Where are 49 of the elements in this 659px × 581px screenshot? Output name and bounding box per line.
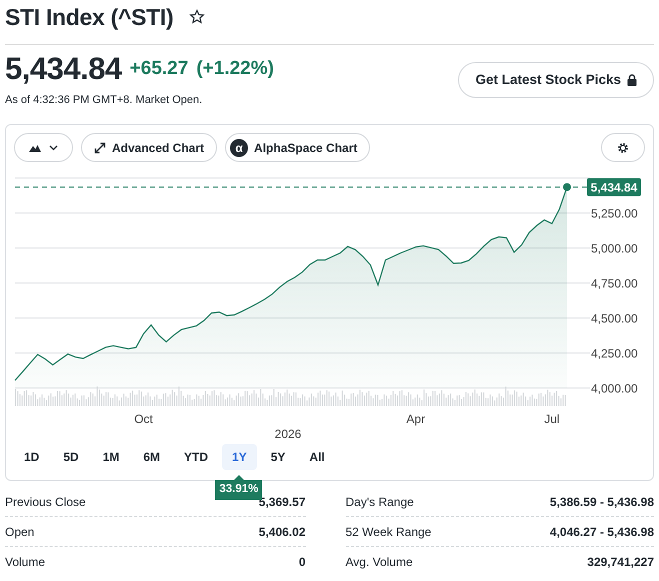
- range-tab[interactable]: 1Y: [222, 444, 257, 470]
- x-axis-caption: 2026: [274, 427, 302, 441]
- caret-icon: [49, 144, 58, 150]
- x-axis-label: Oct: [134, 412, 153, 426]
- stat-value: 5,406.02: [258, 524, 306, 540]
- price-change: +65.27: [130, 57, 188, 81]
- market-timestamp: As of 4:32:36 PM GMT+8. Market Open.: [5, 92, 204, 108]
- price-value: 5,434.84: [5, 52, 122, 84]
- expand-icon: [94, 142, 106, 154]
- y-axis-label: 4,000.00: [591, 382, 638, 396]
- stat-value: 4,046.27 - 5,436.98: [550, 524, 654, 540]
- last-price-tag: 5,434.84: [587, 178, 641, 196]
- range-tab[interactable]: 1D: [14, 444, 50, 470]
- range-tab[interactable]: 5D: [53, 444, 89, 470]
- range-tab[interactable]: All: [299, 444, 335, 470]
- x-axis-label: Apr: [406, 412, 426, 426]
- settings-button[interactable]: [601, 133, 645, 162]
- stat-value: 0: [298, 554, 306, 571]
- range-tab[interactable]: 1M: [92, 444, 130, 470]
- alpha-icon: α: [230, 138, 248, 156]
- stat-label: Volume: [5, 554, 46, 571]
- lock-icon: [627, 74, 637, 86]
- stat-label: Previous Close: [5, 494, 86, 510]
- stat-value: 329,741,227: [587, 554, 654, 571]
- range-tab[interactable]: YTD: [174, 444, 218, 470]
- y-axis-label: 4,250.00: [591, 346, 638, 360]
- page-title: STI Index (^STI): [5, 3, 174, 32]
- settings-icon: [617, 142, 629, 154]
- chart-type-button[interactable]: [14, 133, 73, 162]
- range-tab[interactable]: 6M: [133, 444, 170, 470]
- stat-label: Day's Range: [346, 494, 414, 510]
- stat-label: Avg. Volume: [346, 554, 413, 571]
- y-axis-label: 4,500.00: [591, 312, 638, 326]
- stat-label: 52 Week Range: [346, 524, 432, 540]
- advanced-chart-button[interactable]: Advanced Chart: [81, 133, 218, 162]
- price-change-percent: (+1.22%): [196, 57, 274, 81]
- x-axis-label: Jul: [544, 412, 560, 426]
- y-axis-label: 4,750.00: [591, 276, 638, 290]
- range-tab[interactable]: 5Y: [260, 444, 296, 470]
- y-axis-label: 5,250.00: [591, 206, 638, 220]
- change-tooltip: 33.91%: [215, 475, 262, 500]
- stock-picks-button[interactable]: Get Latest Stock Picks: [458, 62, 654, 98]
- mountain-icon: [29, 144, 41, 152]
- star-icon[interactable]: [189, 9, 206, 26]
- stat-value: 5,386.59 - 5,436.98: [550, 494, 654, 510]
- y-axis-label: 5,000.00: [591, 242, 638, 256]
- last-price-dot: [563, 183, 571, 192]
- alphaspace-chart-button[interactable]: α AlphaSpace Chart: [225, 133, 370, 162]
- stat-label: Open: [5, 524, 34, 540]
